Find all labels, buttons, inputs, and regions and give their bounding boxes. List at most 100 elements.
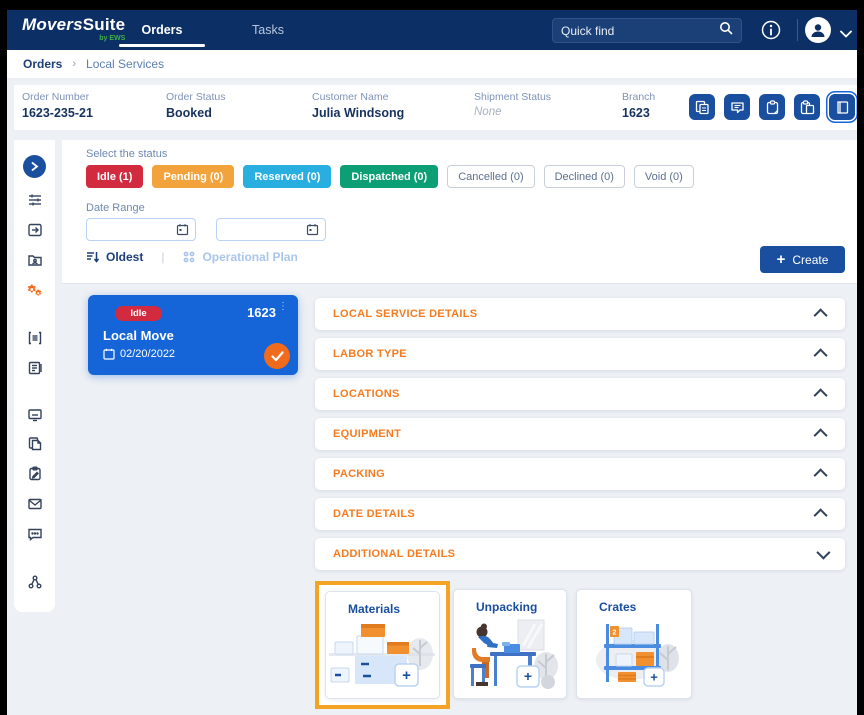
section-label: LOCAL SERVICE DETAILS xyxy=(333,308,477,320)
clipboard-button[interactable] xyxy=(759,94,785,120)
status-chip-cancelled[interactable]: Cancelled (0) xyxy=(447,165,534,188)
breadcrumb-orders[interactable]: Orders xyxy=(23,57,62,71)
create-button-label: Create xyxy=(792,253,828,267)
account-folder-icon[interactable] xyxy=(14,249,55,271)
tab-orders[interactable]: Orders xyxy=(117,10,207,50)
chat-icon[interactable] xyxy=(14,523,55,545)
notes-button[interactable] xyxy=(724,94,750,120)
order-card-title: Local Move xyxy=(103,328,174,343)
chevron-down-icon[interactable] xyxy=(816,546,830,560)
status-chip-dispatched[interactable]: Dispatched (0) xyxy=(340,165,438,188)
materials-illustration: + xyxy=(326,620,439,690)
order-exit-icon[interactable] xyxy=(14,219,55,241)
section-locations[interactable]: LOCATIONS xyxy=(315,378,845,410)
section-labor-type[interactable]: LABOR TYPE xyxy=(315,338,845,370)
billing-document-icon[interactable] xyxy=(14,357,55,379)
status-chip-idle[interactable]: Idle (1) xyxy=(86,165,143,188)
field-order-number: Order Number 1623-235-21 xyxy=(22,91,93,120)
section-local-service-details[interactable]: LOCAL SERVICE DETAILS xyxy=(315,298,845,330)
field-customer-name: Customer Name Julia Windsong xyxy=(312,91,404,120)
status-chip-reserved[interactable]: Reserved (0) xyxy=(243,165,331,188)
monitor-icon[interactable] xyxy=(14,404,55,426)
dispatch-list-icon[interactable] xyxy=(14,327,55,349)
chevron-up-icon[interactable] xyxy=(814,388,828,402)
info-icon[interactable] xyxy=(760,19,782,41)
top-navbar: MoversSuite by EWS Orders Tasks xyxy=(7,10,857,50)
date-to-input[interactable] xyxy=(216,218,326,241)
grid-icon xyxy=(182,250,196,264)
unpacking-card[interactable]: Unpacking xyxy=(453,589,567,699)
order-card-date: 02/20/2022 xyxy=(103,348,175,360)
operational-plan-toggle[interactable]: Operational Plan xyxy=(182,250,297,264)
crates-card-title: Crates xyxy=(577,600,691,614)
services-gears-icon[interactable] xyxy=(14,279,55,301)
brand-byline: by EWS xyxy=(22,35,125,42)
materials-card[interactable]: Materials xyxy=(325,591,440,699)
status-chip-void[interactable]: Void (0) xyxy=(634,165,694,188)
screen-frame: MoversSuite by EWS Orders Tasks O xyxy=(0,0,864,715)
user-avatar[interactable] xyxy=(805,17,831,43)
order-number-label: Order Number xyxy=(22,91,93,103)
date-range-label: Date Range xyxy=(86,202,145,214)
selected-check-icon[interactable] xyxy=(264,343,290,369)
paste-button[interactable] xyxy=(794,94,820,120)
field-branch: Branch 1623 xyxy=(622,91,655,120)
order-status-value: Booked xyxy=(166,106,226,120)
sort-oldest-toggle[interactable]: Oldest xyxy=(86,250,143,264)
share-network-icon[interactable] xyxy=(14,571,55,593)
crates-card[interactable]: Crates 2 xyxy=(576,589,692,699)
branch-label: Branch xyxy=(622,91,655,103)
sort-row: Oldest | Operational Plan xyxy=(86,250,298,264)
breadcrumb-local-services: Local Services xyxy=(86,57,164,71)
chevron-up-icon[interactable] xyxy=(814,348,828,362)
order-card-date-value: 02/20/2022 xyxy=(120,348,175,360)
calendar-icon[interactable] xyxy=(176,223,189,236)
unpacking-card-title: Unpacking xyxy=(454,600,566,614)
plus-icon: + xyxy=(777,252,786,267)
order-info-bar: Order Number 1623-235-21 Order Status Bo… xyxy=(14,85,857,130)
chevron-up-icon[interactable] xyxy=(814,468,828,482)
field-shipment-status: Shipment Status None xyxy=(474,91,551,118)
svg-text:2: 2 xyxy=(613,630,617,637)
app-window: MoversSuite by EWS Orders Tasks O xyxy=(7,10,857,715)
breadcrumb: Orders › Local Services xyxy=(7,50,857,78)
svg-text:+: + xyxy=(524,668,532,684)
tab-active-underline xyxy=(119,44,205,47)
quick-find-input[interactable] xyxy=(561,24,719,38)
brand-logo: MoversSuite by EWS xyxy=(22,16,125,42)
date-from-input[interactable] xyxy=(86,218,196,241)
sidebar-expand-button[interactable] xyxy=(23,155,46,178)
unpacking-illustration: + xyxy=(454,618,566,692)
main-area: Select the status Idle (1) Pending (0) R… xyxy=(7,140,857,715)
section-equipment[interactable]: EQUIPMENT xyxy=(315,418,845,450)
section-additional-details[interactable]: ADDITIONAL DETAILS xyxy=(315,538,845,570)
operational-plan-label: Operational Plan xyxy=(202,250,297,264)
select-status-label: Select the status xyxy=(86,148,167,160)
sort-icon xyxy=(86,250,100,264)
chevron-up-icon[interactable] xyxy=(814,428,828,442)
branch-value: 1623 xyxy=(622,106,655,120)
copy-documents-button[interactable] xyxy=(689,94,715,120)
order-card-status-badge: Idle xyxy=(115,306,162,321)
materials-highlight-border: Materials xyxy=(315,581,450,709)
breadcrumb-separator: › xyxy=(72,58,76,70)
order-card[interactable]: Idle 1623 ⋮ Local Move 02/20/2022 xyxy=(88,295,298,375)
chevron-up-icon[interactable] xyxy=(814,308,828,322)
section-date-details[interactable]: DATE DETAILS xyxy=(315,498,845,530)
section-packing[interactable]: PACKING xyxy=(315,458,845,490)
calendar-icon[interactable] xyxy=(306,223,319,236)
status-chip-declined[interactable]: Declined (0) xyxy=(544,165,625,188)
clipboard-edit-icon[interactable] xyxy=(14,463,55,485)
kebab-menu-icon[interactable]: ⋮ xyxy=(278,305,288,310)
status-chips: Idle (1) Pending (0) Reserved (0) Dispat… xyxy=(86,165,694,188)
create-button[interactable]: + Create xyxy=(760,246,845,273)
journal-button[interactable] xyxy=(829,94,855,120)
chevron-down-icon[interactable] xyxy=(840,25,852,43)
tab-tasks[interactable]: Tasks xyxy=(223,10,313,50)
chevron-up-icon[interactable] xyxy=(814,508,828,522)
documents-copy-icon[interactable] xyxy=(14,433,55,455)
search-icon[interactable] xyxy=(719,21,733,40)
filters-icon[interactable] xyxy=(14,189,55,211)
status-chip-pending[interactable]: Pending (0) xyxy=(152,165,234,188)
mail-icon[interactable] xyxy=(14,493,55,515)
